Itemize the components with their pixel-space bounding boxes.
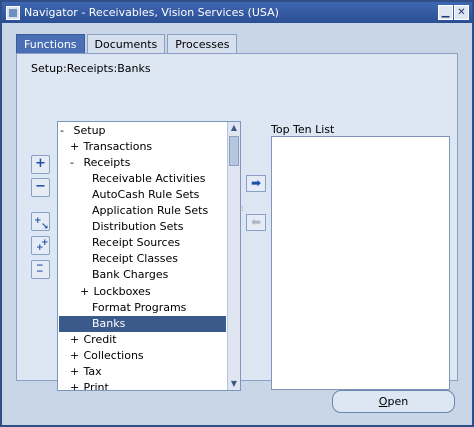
right-arrow-icon: ➡: [250, 176, 262, 190]
open-button-label: pen: [387, 395, 409, 408]
tab-strip: Functions Documents Processes: [16, 34, 239, 54]
expand-toggle[interactable]: +: [70, 364, 80, 380]
expand-toggle[interactable]: +: [70, 139, 80, 155]
tree-item-lockboxes[interactable]: + Lockboxes: [80, 284, 151, 300]
expand-toggle[interactable]: +: [70, 332, 80, 348]
tree-item-print[interactable]: + Print: [70, 380, 109, 391]
tree-item-tax[interactable]: + Tax: [70, 364, 102, 380]
add-to-top-ten-button[interactable]: ➡: [246, 175, 266, 192]
tree-item-label: Transactions: [83, 140, 153, 153]
expand-toggle[interactable]: +: [70, 348, 80, 364]
tree-item-setup[interactable]: - Setup: [60, 123, 106, 139]
scroll-down-icon[interactable]: ▼: [228, 378, 240, 390]
breadcrumb: Setup:Receipts:Banks: [31, 62, 151, 75]
tree-item-label: Receipt Classes: [92, 252, 179, 265]
tree-item-label: Distribution Sets: [92, 220, 184, 233]
scroll-thumb[interactable]: [229, 136, 239, 166]
tree-item-label: Collections: [83, 349, 144, 362]
tree-item-label: Receivable Activities: [92, 172, 206, 185]
tab-processes[interactable]: Processes: [167, 34, 238, 54]
tree-item-label: Banks: [92, 317, 126, 330]
open-button[interactable]: Open: [332, 390, 455, 413]
minus-icon: −: [35, 179, 46, 194]
expand-toggle[interactable]: +: [80, 284, 90, 300]
tree-item-label: Receipts: [83, 156, 131, 169]
remove-from-top-ten-button[interactable]: ⬅: [246, 214, 266, 231]
title-bar[interactable]: Navigator - Receivables, Vision Services…: [2, 2, 472, 23]
tree-item-label: Bank Charges: [92, 268, 169, 281]
tab-documents[interactable]: Documents: [86, 34, 166, 54]
functions-panel: Setup:Receipts:Banks + − + ↘ + + − − - S…: [16, 53, 458, 391]
tree-item-distribution-sets[interactable]: Distribution Sets: [92, 219, 183, 235]
minimize-button[interactable]: ▁: [438, 5, 453, 20]
top-ten-label: Top Ten List: [271, 123, 335, 136]
minus-small-icon: −: [36, 261, 44, 271]
tree-item-label: Receipt Sources: [92, 236, 181, 249]
tree-item-label: Application Rule Sets: [92, 204, 209, 217]
tree-item-label: Tax: [83, 365, 102, 378]
collapse-button[interactable]: −: [31, 178, 50, 197]
tree-item-credit[interactable]: + Credit: [70, 332, 117, 348]
tree-item-bank-charges[interactable]: Bank Charges: [92, 267, 168, 283]
tree-item-label: Setup: [73, 124, 106, 137]
tree-item-transactions[interactable]: + Transactions: [70, 139, 152, 155]
tree-item-label: Lockboxes: [93, 285, 151, 298]
expand-button[interactable]: +: [31, 155, 50, 174]
tree-item-collections[interactable]: + Collections: [70, 348, 144, 364]
tree-item-label: Credit: [83, 333, 117, 346]
plus-small-icon: +: [41, 238, 49, 248]
plus-icon: +: [35, 156, 46, 171]
window-title: Navigator - Receivables, Vision Services…: [24, 6, 279, 19]
tree-item-receipt-classes[interactable]: Receipt Classes: [92, 251, 178, 267]
expand-all-button[interactable]: + +: [31, 236, 50, 255]
tree-item-receipts[interactable]: - Receipts: [70, 155, 130, 171]
left-arrow-icon: ⬅: [250, 215, 262, 229]
collapse-all-button[interactable]: − −: [31, 260, 50, 279]
expand-branch-button[interactable]: + ↘: [31, 212, 50, 232]
tab-functions[interactable]: Functions: [16, 34, 85, 54]
tree-item-receivable-activities[interactable]: Receivable Activities: [92, 171, 206, 187]
top-ten-list[interactable]: [271, 136, 450, 390]
function-tree[interactable]: - Setup + Transactions - Receipts Receiv…: [57, 121, 241, 391]
tree-item-format-programs[interactable]: Format Programs: [92, 300, 186, 316]
tree-item-banks[interactable]: Banks: [59, 316, 226, 332]
collapse-toggle[interactable]: -: [60, 123, 70, 139]
scroll-up-icon[interactable]: ▲: [228, 122, 240, 134]
tree-item-label: Print: [83, 381, 109, 391]
tree-item-label: Format Programs: [92, 301, 187, 314]
window-icon: [6, 5, 20, 20]
expand-toggle[interactable]: +: [70, 380, 80, 390]
collapse-toggle[interactable]: -: [70, 155, 80, 171]
close-button[interactable]: ✕: [454, 5, 469, 20]
down-arrow-icon: ↘: [41, 222, 49, 232]
navigator-window: Navigator - Receivables, Vision Services…: [0, 0, 474, 427]
tree-item-receipt-sources[interactable]: Receipt Sources: [92, 235, 180, 251]
tree-scrollbar[interactable]: ▲ ▼: [227, 122, 240, 390]
tree-item-label: AutoCash Rule Sets: [92, 188, 200, 201]
tree-item-autocash-rule-sets[interactable]: AutoCash Rule Sets: [92, 187, 199, 203]
window-client: Functions Documents Processes Setup:Rece…: [4, 23, 470, 425]
tree-item-application-rule-sets[interactable]: Application Rule Sets: [92, 203, 208, 219]
